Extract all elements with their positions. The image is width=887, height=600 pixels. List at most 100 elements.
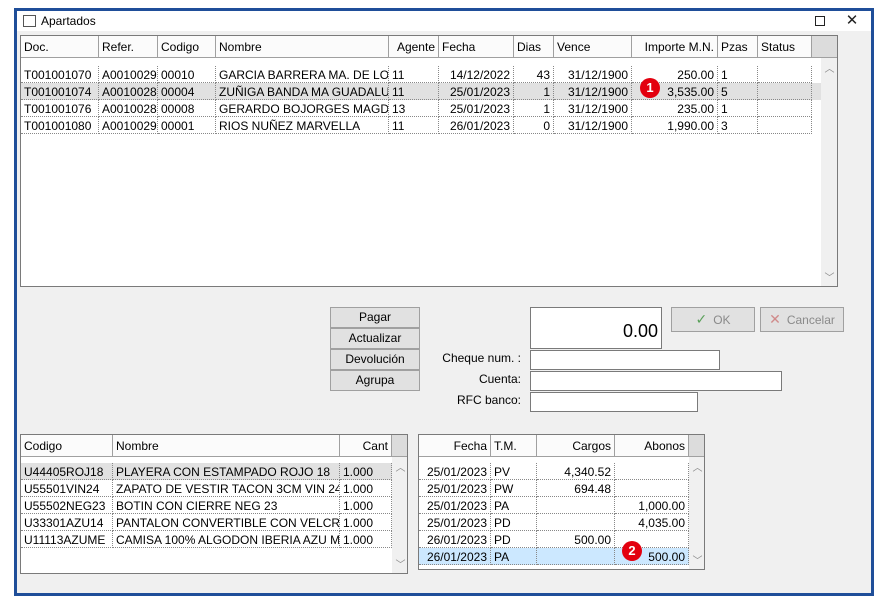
rfc-banco-input[interactable] <box>530 392 698 412</box>
cell-cargos: 4,340.52 <box>537 463 615 480</box>
cell-nombre: GARCIA BARRERA MA. DE LOS A <box>216 66 389 83</box>
table-row[interactable]: U55501VIN24 ZAPATO DE VESTIR TACON 3CM VI… <box>21 480 392 497</box>
table-row[interactable]: 25/01/2023 PV 4,340.52 <box>419 463 689 480</box>
cell-importe: 235.00 <box>632 100 718 117</box>
col-header-item-cant[interactable]: Cant <box>340 435 392 457</box>
col-header-fecha[interactable]: Fecha <box>439 36 514 58</box>
cell-fecha: 25/01/2023 <box>419 480 491 497</box>
ok-label: OK <box>713 313 731 327</box>
col-header-agente[interactable]: Agente <box>389 36 439 58</box>
table-row[interactable]: U33301AZU14 PANTALON CONVERTIBLE CON VELC… <box>21 514 392 531</box>
cuenta-label: Cuenta: <box>478 372 521 386</box>
ok-button[interactable]: ✓ OK <box>671 307 755 332</box>
scroll-down-icon[interactable]: ﹀ <box>821 269 837 284</box>
col-header-item-codigo[interactable]: Codigo <box>21 435 113 457</box>
table-row[interactable]: 26/01/2023 PA 500.00 <box>419 548 689 565</box>
col-header-filler <box>392 435 407 457</box>
table-row[interactable]: U11113AZUME CAMISA 100% ALGODON IBERIA AZ… <box>21 531 392 548</box>
movements-table[interactable]: Fecha T.M. Cargos Abonos 25/01/2023 PV 4,3… <box>418 434 705 570</box>
cell-fecha: 25/01/2023 <box>419 514 491 531</box>
cell-dias: 43 <box>514 66 554 83</box>
main-table-scrollbar[interactable]: ︿ ﹀ <box>821 58 837 286</box>
apartados-table[interactable]: Doc. Refer. Codigo Nombre Agente Fecha D… <box>20 35 838 287</box>
table-row[interactable]: 25/01/2023 PA 1,000.00 <box>419 497 689 514</box>
cell-dias: 1 <box>514 83 554 100</box>
table-row[interactable]: 26/01/2023 PD 500.00 <box>419 531 689 548</box>
close-button[interactable]: ✕ <box>837 11 867 31</box>
cancel-label: Cancelar <box>786 313 835 327</box>
scroll-down-icon[interactable]: ﹀ <box>392 556 407 571</box>
cell-doc: T001001070 <box>21 66 99 83</box>
pagar-button[interactable]: Pagar <box>330 307 420 328</box>
scroll-up-icon[interactable]: ︿ <box>821 60 837 75</box>
scroll-up-icon[interactable]: ︿ <box>392 459 407 474</box>
actualizar-button[interactable]: Actualizar <box>330 328 420 349</box>
items-table[interactable]: Codigo Nombre Cant U44405ROJ18 PLAYERA CO… <box>20 434 408 574</box>
items-table-header: Codigo Nombre Cant <box>21 435 407 457</box>
cell-nombre: CAMISA 100% ALGODON IBERIA AZU ME <box>113 531 340 548</box>
col-header-status[interactable]: Status <box>758 36 812 58</box>
cell-tm: PA <box>491 548 537 565</box>
col-header-filler <box>812 36 837 58</box>
col-header-mov-fecha[interactable]: Fecha <box>419 435 491 457</box>
cell-fecha: 25/01/2023 <box>439 83 514 100</box>
col-header-mov-abonos[interactable]: Abonos <box>615 435 689 457</box>
cell-codigo: 00008 <box>158 100 216 117</box>
cell-dias: 0 <box>514 117 554 134</box>
cell-doc: T001001076 <box>21 100 99 117</box>
cell-status <box>758 117 812 134</box>
movements-table-scrollbar[interactable]: ︿ ﹀ <box>689 457 704 569</box>
items-table-scrollbar[interactable]: ︿ ﹀ <box>392 457 407 573</box>
col-header-mov-cargos[interactable]: Cargos <box>537 435 615 457</box>
table-row[interactable]: U55502NEG23 BOTIN CON CIERRE NEG 23 1.000 <box>21 497 392 514</box>
cheque-label: Cheque num. : <box>442 351 521 365</box>
scroll-down-icon[interactable]: ﹀ <box>689 552 704 567</box>
table-row[interactable]: 25/01/2023 PW 694.48 <box>419 480 689 497</box>
cell-vence: 31/12/1900 <box>554 83 632 100</box>
table-row[interactable]: U44405ROJ18 PLAYERA CON ESTAMPADO ROJO 18… <box>21 463 392 480</box>
cell-cargos: 694.48 <box>537 480 615 497</box>
cell-abonos: 1,000.00 <box>615 497 689 514</box>
cell-status <box>758 66 812 83</box>
table-row[interactable]: 25/01/2023 PD 4,035.00 <box>419 514 689 531</box>
cuenta-input[interactable] <box>530 371 782 391</box>
agrupa-button[interactable]: Agrupa <box>330 370 420 391</box>
col-header-codigo[interactable]: Codigo <box>158 36 216 58</box>
table-row[interactable]: T001001074 A0010028 00004 ZUÑIGA BANDA MA G… <box>21 83 821 100</box>
cell-fecha: 26/01/2023 <box>419 548 491 565</box>
scroll-up-icon[interactable]: ︿ <box>689 459 704 474</box>
cancel-button[interactable]: ✕ Cancelar <box>760 307 844 332</box>
cell-abonos <box>615 480 689 497</box>
cell-abonos: 4,035.00 <box>615 514 689 531</box>
cell-nombre: RIOS NUÑEZ MARVELLA <box>216 117 389 134</box>
window-icon <box>23 15 36 27</box>
col-header-refer[interactable]: Refer. <box>99 36 158 58</box>
close-icon: ✕ <box>845 12 859 29</box>
col-header-nombre[interactable]: Nombre <box>216 36 389 58</box>
table-row[interactable]: T001001070 A0010029 00010 GARCIA BARRERA MA… <box>21 66 821 83</box>
cell-codigo: U55502NEG23 <box>21 497 113 514</box>
cell-fecha: 26/01/2023 <box>439 117 514 134</box>
apartados-window: Apartados ✕ Doc. Refer. Codigo Nombre Ag… <box>14 8 874 596</box>
col-header-dias[interactable]: Dias <box>514 36 554 58</box>
cell-agente: 13 <box>389 100 439 117</box>
cell-refer: A0010029 <box>99 117 158 134</box>
maximize-button[interactable] <box>805 11 835 31</box>
col-header-mov-tm[interactable]: T.M. <box>491 435 537 457</box>
cell-nombre: PANTALON CONVERTIBLE CON VELCRO AZU 14 <box>113 514 340 531</box>
cell-tm: PV <box>491 463 537 480</box>
cell-codigo: U44405ROJ18 <box>21 463 113 480</box>
cell-vence: 31/12/1900 <box>554 66 632 83</box>
col-header-doc[interactable]: Doc. <box>21 36 99 58</box>
col-header-vence[interactable]: Vence <box>554 36 632 58</box>
cell-nombre: ZAPATO DE VESTIR TACON 3CM VIN 24 <box>113 480 340 497</box>
col-header-importe[interactable]: Importe M.N. <box>632 36 718 58</box>
table-row[interactable]: T001001076 A0010028 00008 GERARDO BOJORGES … <box>21 100 821 117</box>
table-row[interactable]: T001001080 A0010029 00001 RIOS NUÑEZ MARVEL… <box>21 117 821 134</box>
devolucion-button[interactable]: Devolución <box>330 349 420 370</box>
cell-fecha: 25/01/2023 <box>419 463 491 480</box>
col-header-item-nombre[interactable]: Nombre <box>113 435 340 457</box>
cell-nombre: BOTIN CON CIERRE NEG 23 <box>113 497 340 514</box>
col-header-pzas[interactable]: Pzas <box>718 36 758 58</box>
cheque-input[interactable] <box>530 350 720 370</box>
